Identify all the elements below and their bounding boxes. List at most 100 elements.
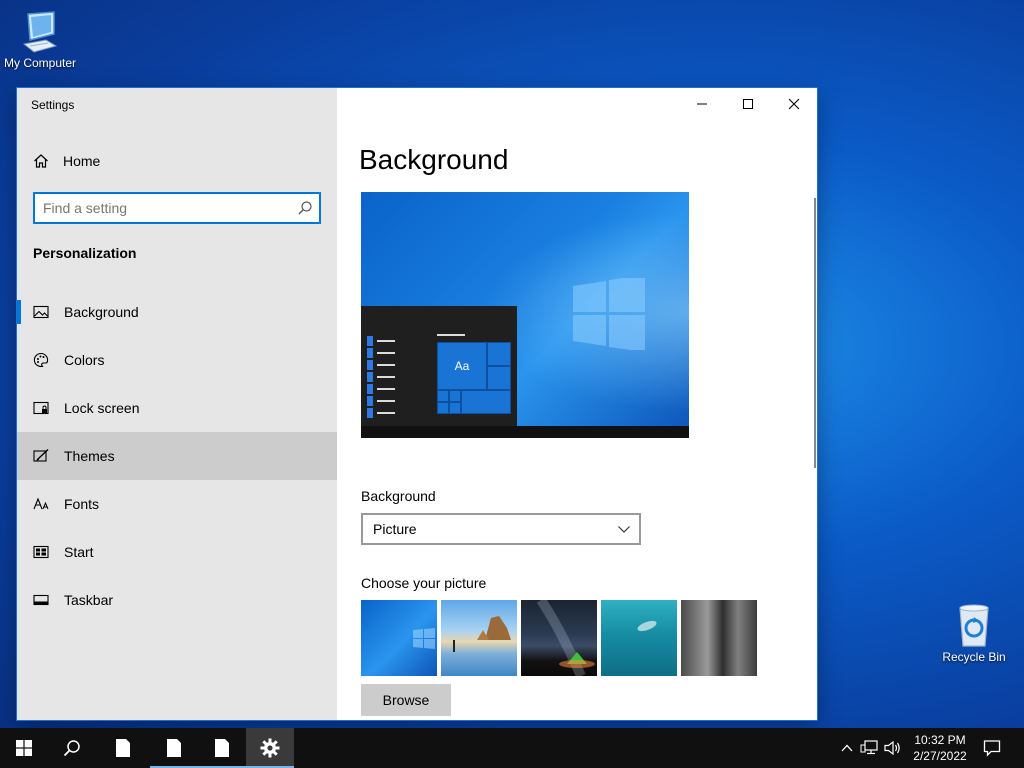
fonts-icon	[33, 497, 49, 510]
background-label: Background	[361, 488, 436, 504]
search-icon	[63, 740, 80, 757]
nav-list: Background Colors Lock screen Themes Fon…	[17, 288, 337, 624]
preview-menu-marker	[367, 348, 373, 358]
minimize-button[interactable]	[679, 88, 725, 120]
preview-tile	[487, 342, 511, 366]
sidebar-item-background[interactable]: Background	[17, 288, 337, 336]
settings-content: Background Aa Background Picture Choose …	[337, 88, 817, 720]
browse-button[interactable]: Browse	[361, 684, 451, 716]
chevron-down-icon	[618, 526, 630, 533]
themes-icon	[33, 448, 49, 462]
sidebar-item-label: Background	[64, 304, 139, 320]
sidebar-item-fonts[interactable]: Fonts	[17, 480, 337, 528]
windows-start-icon	[16, 740, 32, 756]
clock[interactable]: 10:32 PM 2/27/2022	[902, 732, 978, 764]
preview-menu-line	[377, 376, 395, 378]
preview-tile	[449, 402, 461, 414]
maximize-icon	[743, 99, 753, 109]
network-button[interactable]	[856, 740, 882, 756]
picture-thumbnail-3[interactable]	[521, 600, 597, 676]
picture-thumbnail-5[interactable]	[681, 600, 757, 676]
action-center-button[interactable]	[978, 728, 1006, 768]
sidebar-item-lock-screen[interactable]: Lock screen	[17, 384, 337, 432]
sidebar-item-colors[interactable]: Colors	[17, 336, 337, 384]
desktop-icon-my-computer[interactable]: My Computer	[0, 10, 80, 70]
notification-icon	[983, 740, 1001, 757]
gear-icon	[260, 738, 280, 758]
sidebar-item-start[interactable]: Start	[17, 528, 337, 576]
search-icon	[298, 201, 312, 215]
recycle-bin-icon	[959, 604, 989, 647]
nav-home[interactable]: Home	[33, 148, 100, 174]
preview-tile	[487, 366, 511, 390]
picture-thumbnail-2[interactable]	[441, 600, 517, 676]
show-hidden-icons-button[interactable]	[838, 744, 856, 752]
preview-menu-line	[377, 400, 395, 402]
window-title: Settings	[31, 98, 75, 112]
sidebar-item-label: Themes	[64, 448, 115, 464]
preview-tile	[437, 390, 449, 402]
system-tray	[838, 728, 904, 768]
desktop-icon-label: Recycle Bin	[942, 650, 1006, 664]
preview-taskbar	[361, 426, 689, 438]
preview-menu-marker	[367, 372, 373, 382]
sidebar-item-label: Lock screen	[64, 400, 140, 416]
background-type-dropdown[interactable]: Picture	[361, 513, 641, 545]
preview-menu-marker	[367, 384, 373, 394]
search-input[interactable]	[43, 194, 293, 222]
search-box[interactable]	[33, 192, 321, 224]
sidebar-item-label: Colors	[64, 352, 105, 368]
rock-arch-shape	[453, 616, 511, 652]
picture-icon	[33, 305, 49, 319]
picture-thumbnails	[361, 600, 757, 676]
preview-menu-marker	[367, 396, 373, 406]
preview-tile	[449, 390, 461, 402]
taskbar-search-button[interactable]	[48, 728, 96, 768]
page-title: Background	[359, 144, 509, 175]
start-icon	[33, 545, 49, 559]
close-icon	[788, 98, 800, 110]
clock-date: 2/27/2022	[913, 749, 967, 763]
picture-thumbnail-4[interactable]	[601, 600, 677, 676]
document-icon	[116, 739, 130, 757]
night-tent-shape	[536, 600, 595, 676]
home-icon	[34, 154, 48, 168]
preview-menu-line	[377, 388, 395, 390]
preview-tile	[437, 402, 449, 414]
taskbar-app-settings[interactable]	[246, 728, 294, 768]
preview-menu-line	[377, 412, 395, 414]
choose-picture-label: Choose your picture	[361, 575, 487, 591]
maximize-button[interactable]	[725, 88, 771, 120]
minimize-icon	[697, 103, 707, 105]
sidebar-item-taskbar[interactable]: Taskbar	[17, 576, 337, 624]
start-button[interactable]	[0, 728, 48, 768]
preview-menu-line	[437, 334, 465, 336]
windows-logo-icon	[573, 278, 645, 350]
close-button[interactable]	[771, 88, 817, 120]
dropdown-value: Picture	[373, 521, 417, 537]
clock-time: 10:32 PM	[914, 733, 966, 747]
document-icon	[167, 739, 181, 757]
desktop-icon-recycle-bin[interactable]: Recycle Bin	[934, 602, 1014, 664]
preview-start-menu: Aa	[361, 306, 517, 426]
preview-tile: Aa	[437, 342, 487, 390]
lock-screen-icon	[33, 401, 49, 415]
taskbar-app-document-1[interactable]	[99, 728, 147, 768]
preview-menu-line	[377, 340, 395, 342]
preview-tile	[461, 390, 511, 414]
preview-menu-marker	[367, 360, 373, 370]
picture-thumbnail-1[interactable]	[361, 600, 437, 676]
speaker-icon	[884, 740, 900, 756]
settings-window: Settings Home Personalization Background	[17, 88, 817, 720]
windows-logo-icon	[413, 628, 435, 649]
taskbar-app-document-3[interactable]	[198, 728, 246, 768]
volume-button[interactable]	[882, 740, 904, 756]
taskbar-app-document-2[interactable]	[150, 728, 198, 768]
sidebar-item-themes[interactable]: Themes	[17, 432, 337, 480]
nav-home-label: Home	[63, 153, 101, 169]
chevron-up-icon	[841, 744, 853, 752]
content-scrollbar[interactable]	[814, 198, 816, 468]
settings-sidebar: Settings Home Personalization Background	[17, 88, 337, 720]
computer-icon	[22, 11, 58, 53]
taskbar-icon	[33, 594, 49, 606]
